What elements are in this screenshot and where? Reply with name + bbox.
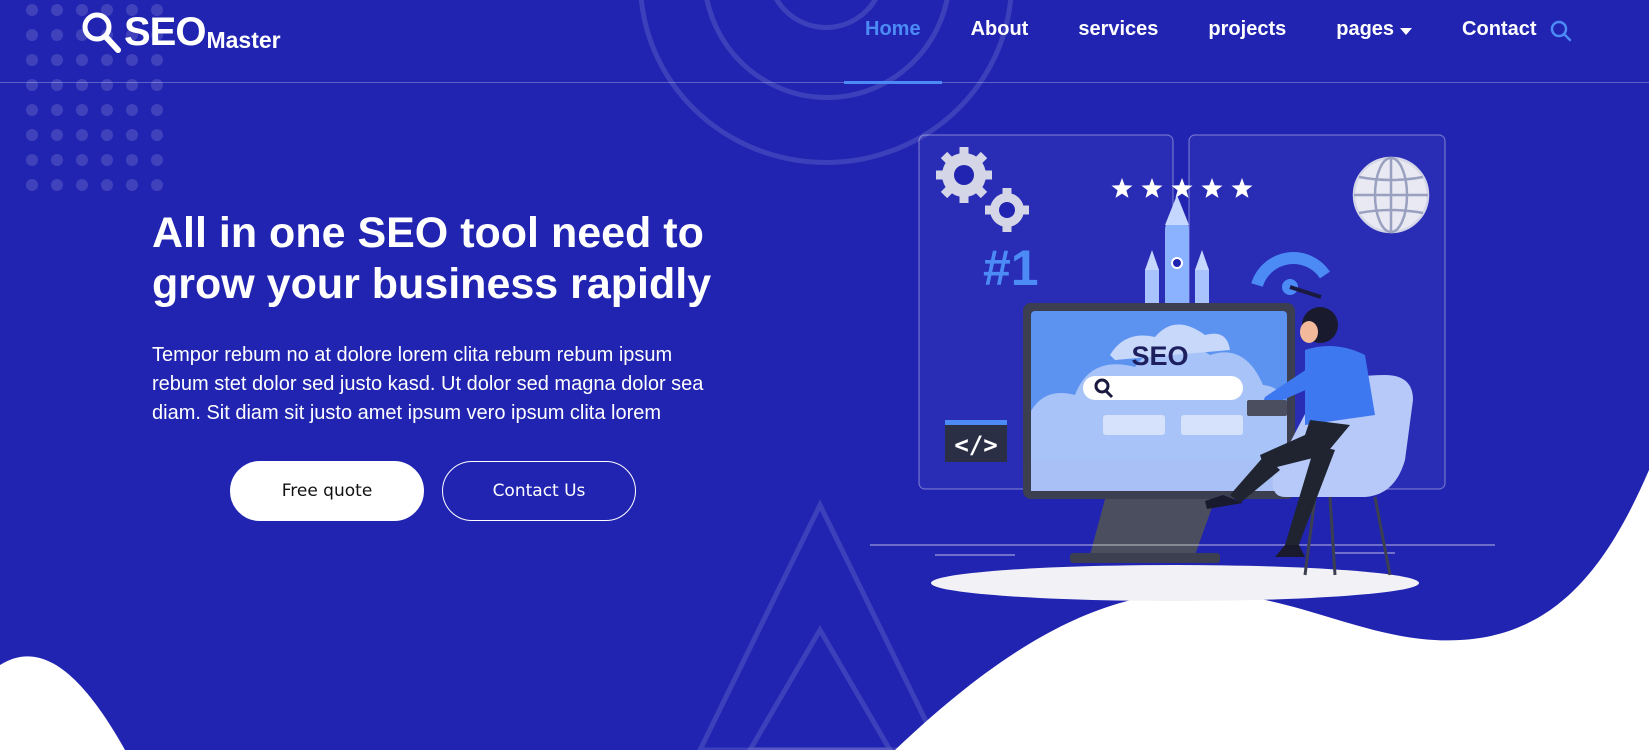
decorative-dot bbox=[51, 154, 63, 166]
free-quote-button[interactable]: Free quote bbox=[230, 461, 424, 521]
decorative-dot bbox=[76, 179, 88, 191]
decorative-dot bbox=[151, 104, 163, 116]
globe-icon bbox=[1352, 156, 1430, 234]
hero-title: All in one SEO tool need to grow your bu… bbox=[152, 209, 712, 308]
rank-badge: #1 bbox=[983, 240, 1039, 296]
hero-description: Tempor rebum no at dolore lorem clita re… bbox=[152, 344, 704, 424]
decorative-dot bbox=[151, 129, 163, 141]
decorative-dot bbox=[26, 104, 38, 116]
magnifier-icon bbox=[82, 12, 121, 53]
decorative-dot bbox=[101, 179, 113, 191]
decorative-dot bbox=[51, 104, 63, 116]
decorative-dot bbox=[76, 104, 88, 116]
decorative-dot bbox=[76, 154, 88, 166]
navbar: SEO Master Home About services projects … bbox=[0, 0, 1649, 84]
caret-down-icon bbox=[1400, 27, 1413, 35]
decorative-dot bbox=[151, 154, 163, 166]
nav-item-label: About bbox=[970, 18, 1029, 40]
hero-section: SEO Master Home About services projects … bbox=[0, 0, 1649, 750]
nav-item-about[interactable]: About bbox=[946, 0, 1054, 83]
screen-seo-label: SEO bbox=[1131, 341, 1188, 371]
nav-item-contact[interactable]: Contact bbox=[1437, 0, 1561, 83]
nav-item-projects[interactable]: projects bbox=[1183, 0, 1311, 83]
nav-item-label: services bbox=[1078, 18, 1159, 40]
nav-item-label: projects bbox=[1208, 18, 1287, 40]
decorative-dot bbox=[26, 179, 38, 191]
brand-logo[interactable]: SEO Master bbox=[80, 6, 281, 54]
brand-name-main: SEO bbox=[124, 10, 206, 54]
brand-name-sub: Master bbox=[206, 27, 281, 53]
decorative-dot bbox=[126, 179, 138, 191]
decorative-dot bbox=[126, 104, 138, 116]
decorative-dot bbox=[101, 129, 113, 141]
decorative-dot bbox=[151, 179, 163, 191]
nav-item-label: Contact bbox=[1462, 18, 1537, 40]
contact-us-button[interactable]: Contact Us bbox=[442, 461, 636, 521]
nav-item-services[interactable]: services bbox=[1053, 0, 1183, 83]
decorative-dot bbox=[51, 129, 63, 141]
decorative-dot bbox=[76, 129, 88, 141]
decorative-dot bbox=[101, 104, 113, 116]
nav-item-label: Home bbox=[865, 18, 921, 40]
decorative-dot bbox=[51, 179, 63, 191]
code-tag: </> bbox=[954, 431, 997, 459]
nav-item-label: pages bbox=[1336, 18, 1395, 40]
active-indicator bbox=[844, 81, 942, 84]
nav-item-home[interactable]: Home bbox=[840, 0, 946, 84]
decorative-dot bbox=[126, 154, 138, 166]
nav-item-pages-dropdown[interactable]: pages bbox=[1311, 0, 1437, 83]
decorative-dot bbox=[26, 154, 38, 166]
decorative-dot bbox=[101, 154, 113, 166]
search-icon[interactable] bbox=[1548, 18, 1574, 44]
seo-illustration: #1 SEO </> bbox=[870, 134, 1495, 601]
decorative-dot bbox=[126, 129, 138, 141]
main-nav: Home About services projects pages Conta… bbox=[840, 0, 1562, 84]
decorative-dot bbox=[26, 129, 38, 141]
